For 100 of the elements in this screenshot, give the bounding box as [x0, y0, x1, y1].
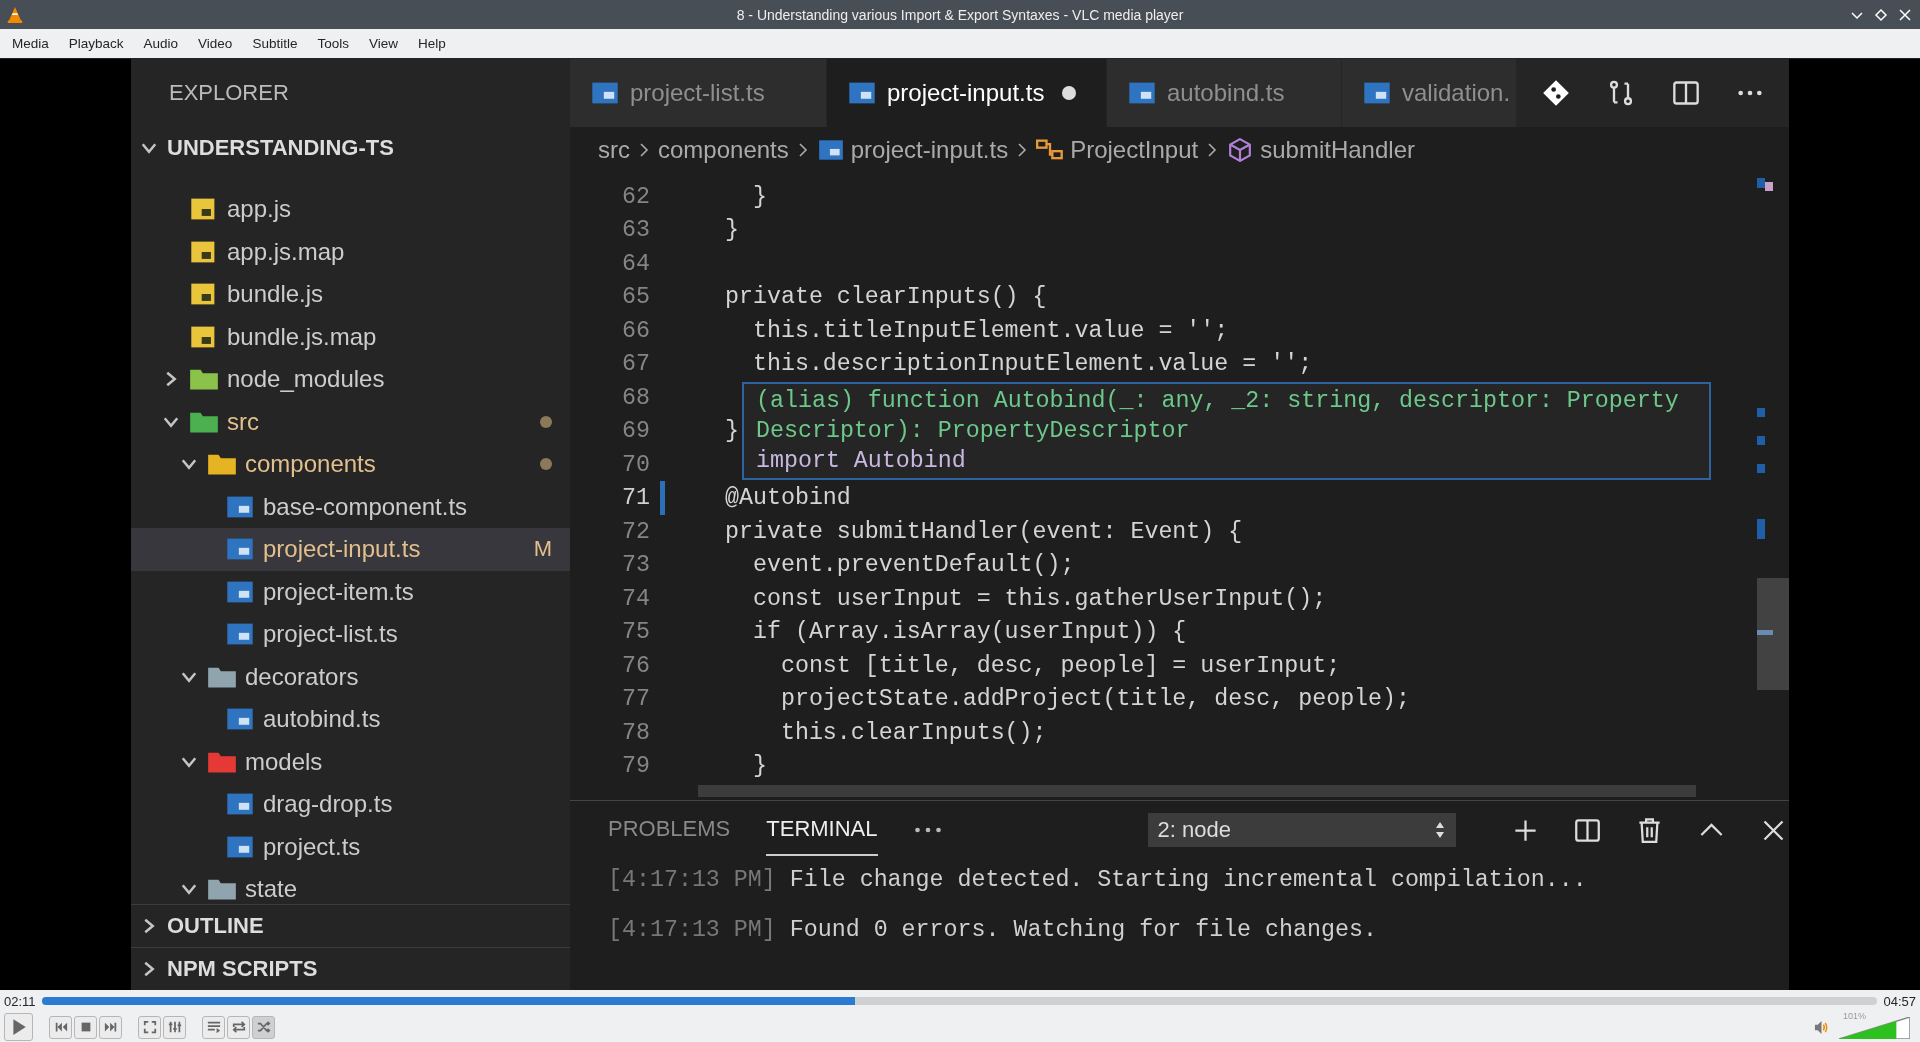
elapsed-time: 02:11	[4, 993, 36, 1009]
shuffle-button[interactable]	[252, 1015, 275, 1039]
code-line: private clearInputs() {	[725, 284, 1047, 311]
terminal-dropdown[interactable]: 2: node	[1147, 813, 1456, 847]
tree-item[interactable]: app.js	[131, 188, 570, 231]
code-line: this.titleInputElement.value = '';	[751, 317, 1229, 344]
tree-item[interactable]: autobind.ts	[131, 698, 570, 741]
breadcrumb-item[interactable]: project-input.ts	[816, 135, 1009, 164]
editor-tab[interactable]: project-list.ts	[570, 59, 827, 127]
modified-dot	[540, 458, 552, 471]
code-line: @Autobind	[725, 485, 851, 512]
extended-settings-button[interactable]	[163, 1015, 186, 1039]
ts-file-icon	[1362, 81, 1392, 105]
code-line: if (Array.isArray(userInput)) {	[751, 619, 1187, 646]
chevron-right-icon	[1016, 140, 1029, 159]
git-icon[interactable]	[1541, 79, 1570, 107]
menu-item[interactable]: Tools	[307, 33, 359, 54]
previous-icon	[53, 1020, 68, 1034]
window-title: 8 - Understanding various Import & Export Syntaxes - VLC media player	[736, 6, 1184, 23]
seek-bar[interactable]	[41, 997, 1878, 1005]
code-line: const [title, desc, people] = userInput;	[779, 652, 1341, 679]
modified-dot	[540, 415, 552, 428]
tree-item[interactable]: state	[131, 868, 570, 904]
tree-item[interactable]: drag-drop.ts	[131, 783, 570, 826]
editor-tab[interactable]: project-input.ts	[827, 59, 1107, 127]
panel-tab[interactable]: PROBLEMS	[608, 804, 731, 856]
section-header[interactable]: OUTLINE	[131, 904, 570, 947]
menu-item[interactable]: Playback	[58, 33, 134, 54]
menu-item[interactable]: View	[358, 33, 408, 54]
line-number: 68	[621, 384, 650, 411]
ts-file-icon	[225, 792, 255, 817]
more-icon[interactable]	[913, 825, 942, 835]
editor-tab[interactable]: autobind.ts	[1107, 59, 1342, 127]
loop-button[interactable]	[227, 1015, 250, 1039]
line-number: 77	[621, 686, 650, 713]
shuffle-icon	[256, 1020, 271, 1034]
equalizer-icon	[167, 1020, 182, 1034]
tree-item[interactable]: models	[131, 740, 570, 783]
tree-item[interactable]: project-list.ts	[131, 613, 570, 656]
fullscreen-button[interactable]	[138, 1015, 161, 1039]
maximize-icon[interactable]	[1874, 7, 1888, 22]
speaker-icon[interactable]	[1814, 1019, 1829, 1035]
menu-item[interactable]: Help	[407, 33, 456, 54]
code-line: const userInput = this.gatherUserInput();	[751, 585, 1327, 612]
close-icon[interactable]	[1898, 7, 1912, 22]
line-number: 75	[621, 619, 650, 646]
status-letter: M	[533, 536, 552, 563]
tree-item[interactable]: bundle.js.map	[131, 315, 570, 358]
tree-item[interactable]: node_modules	[131, 358, 570, 401]
tree-item[interactable]: components	[131, 443, 570, 486]
timestamp: [4:17:13 PM]	[608, 867, 776, 893]
breadcrumb-item[interactable]: src	[598, 135, 630, 164]
ts-file-icon	[225, 537, 255, 562]
menu-item[interactable]: Subtitle	[242, 33, 308, 54]
tree-item[interactable]: bundle.js	[131, 273, 570, 316]
code-line: }	[725, 418, 739, 445]
chevron-right-icon	[796, 140, 809, 159]
split-terminal-icon[interactable]	[1573, 816, 1601, 844]
project-header[interactable]: UNDERSTANDING-TS	[131, 127, 570, 169]
breadcrumb-item[interactable]: ProjectInput	[1036, 135, 1199, 164]
split-editor-icon[interactable]	[1671, 79, 1700, 107]
tree-item[interactable]: project.ts	[131, 825, 570, 868]
previous-button[interactable]	[49, 1015, 72, 1039]
menu-item[interactable]: Media	[2, 33, 59, 54]
tree-item[interactable]: project-item.ts	[131, 570, 570, 613]
playlist-button[interactable]	[202, 1015, 225, 1039]
chevron-right-icon	[638, 140, 650, 159]
tree-item[interactable]: decorators	[131, 655, 570, 698]
breadcrumb-item[interactable]: components	[658, 135, 789, 164]
tree-item[interactable]: src	[131, 400, 570, 443]
menu-item[interactable]: Video	[188, 33, 243, 54]
fullscreen-icon	[142, 1020, 157, 1034]
line-number: 76	[621, 652, 650, 679]
loop-icon	[231, 1020, 246, 1034]
scrollbar-thumb[interactable]	[1757, 578, 1789, 690]
line-number: 72	[621, 518, 650, 545]
editor-tab[interactable]: validation.	[1342, 59, 1518, 127]
horizontal-scrollbar-thumb[interactable]	[698, 785, 1696, 797]
panel-tab[interactable]: TERMINAL	[766, 804, 878, 856]
volume-slider[interactable]	[1839, 1017, 1910, 1039]
line-number: 65	[621, 284, 650, 311]
unsaved-dot	[1062, 86, 1077, 100]
line-number: 67	[621, 351, 650, 378]
terminal-output: File change detected. Starting incremental compilation...	[789, 867, 1587, 893]
code-line: this.clearInputs();	[779, 719, 1047, 746]
tree-item[interactable]: project-input.ts M	[131, 528, 570, 571]
line-number: 62	[621, 183, 650, 210]
play-button[interactable]	[4, 1013, 33, 1041]
menu-item[interactable]: Audio	[133, 33, 189, 54]
timestamp: [4:17:13 PM]	[608, 917, 776, 943]
import-statement: import Autobind	[756, 447, 967, 476]
stop-button[interactable]	[74, 1015, 97, 1039]
line-number: 63	[621, 217, 650, 244]
next-button[interactable]	[99, 1015, 122, 1039]
tree-item[interactable]: app.js.map	[131, 230, 570, 273]
breadcrumb-item[interactable]: submitHandler	[1226, 135, 1415, 164]
ts-file-icon	[590, 81, 620, 105]
tree-item[interactable]: base-component.ts	[131, 485, 570, 528]
code-line: }	[725, 217, 739, 244]
code-line: }	[751, 183, 767, 210]
